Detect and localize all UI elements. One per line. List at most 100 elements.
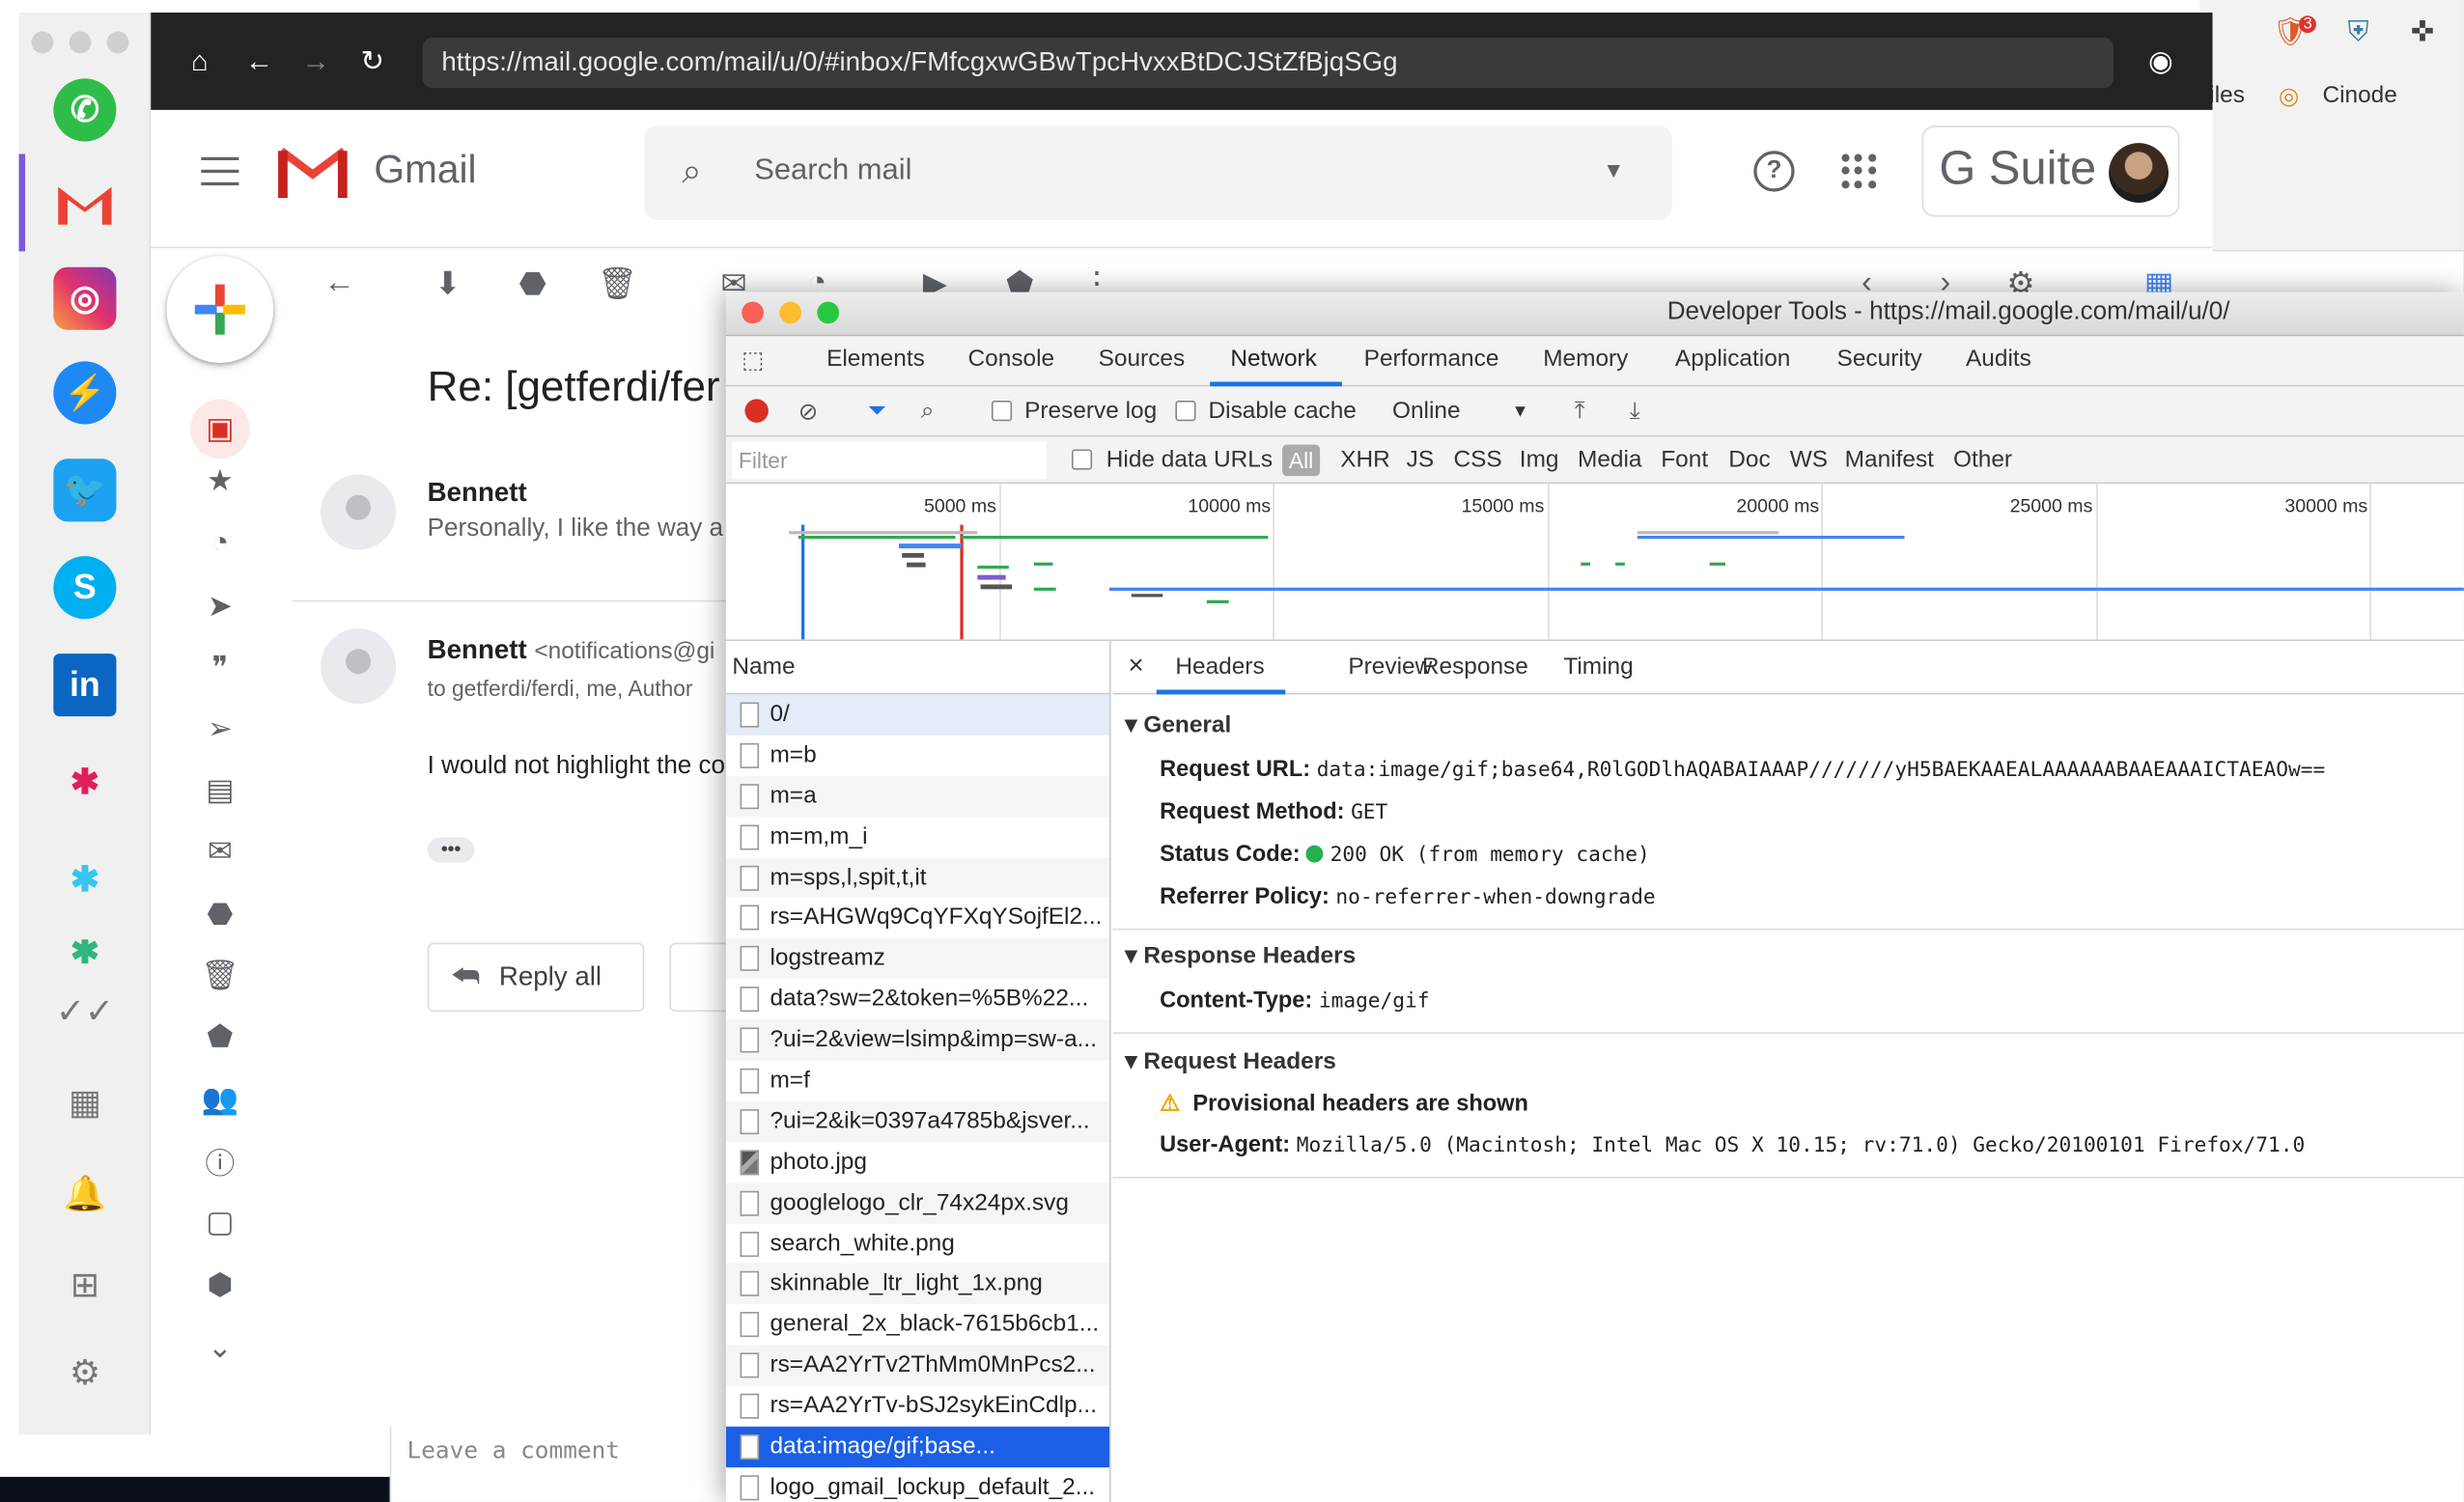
inbox-icon[interactable]: ▣ <box>189 399 250 459</box>
minimize-window-button[interactable] <box>69 31 92 54</box>
filter-media[interactable]: Media <box>1578 446 1641 473</box>
request-row[interactable]: data:image/gif;base... <box>725 1426 1110 1468</box>
request-row[interactable]: search_white.png <box>726 1223 1109 1264</box>
request-row[interactable]: photo.jpg <box>726 1142 1109 1182</box>
tab-audits[interactable]: Audits <box>1966 346 2031 373</box>
search-box[interactable]: ⌕ Search mail ▼ <box>644 125 1672 220</box>
tab-response[interactable]: Response <box>1422 654 1528 681</box>
request-row[interactable]: rs=AA2YrTv-bSJ2sykEinCdlp... <box>726 1386 1109 1427</box>
filter-js[interactable]: JS <box>1407 446 1435 473</box>
general-section-toggle[interactable]: ▾ General <box>1125 710 1231 738</box>
import-har-icon[interactable]: ⤒ <box>1575 398 1585 425</box>
request-row[interactable]: 0/ <box>725 694 1110 736</box>
url-bar[interactable]: https://mail.google.com/mail/u/0/#inbox/… <box>422 38 2114 89</box>
delete-icon[interactable]: 🗑 <box>598 264 637 301</box>
twitter-icon[interactable]: 🐦 <box>53 459 117 522</box>
report-spam-icon[interactable]: ⬣ <box>514 264 551 301</box>
export-har-icon[interactable]: ⤓ <box>1630 398 1640 425</box>
preserve-log-checkbox[interactable] <box>991 401 1013 422</box>
dashboard-icon[interactable]: ▦ <box>63 1081 107 1126</box>
gmail-app-icon[interactable] <box>53 173 116 236</box>
request-row[interactable]: rs=AHGWq9CqYFXqYSojfEl2... <box>726 898 1109 938</box>
reload-icon[interactable]: ↻ <box>352 41 393 81</box>
snoozed-clock-icon[interactable]: ◔ <box>201 525 238 563</box>
tab-console[interactable]: Console <box>968 346 1055 373</box>
filter-css[interactable]: CSS <box>1453 446 1501 473</box>
main-menu-icon[interactable] <box>201 156 239 186</box>
request-row[interactable]: m=b <box>726 736 1109 776</box>
clear-icon[interactable]: ⊘ <box>798 398 818 426</box>
tab-headers[interactable]: Headers <box>1175 654 1264 681</box>
important-label-icon[interactable]: ➤ <box>201 588 238 626</box>
messenger-icon[interactable]: ⚡ <box>53 361 117 425</box>
tab-performance[interactable]: Performance <box>1364 346 1499 373</box>
skype-icon[interactable]: S <box>53 556 117 620</box>
spam-icon[interactable]: ⬣ <box>201 896 238 933</box>
request-row[interactable]: general_2x_black-7615b6cb1... <box>726 1304 1109 1345</box>
hide-data-urls-checkbox[interactable] <box>1071 449 1093 470</box>
brave-shield-icon[interactable]: 🛡3 <box>2272 15 2326 48</box>
message-sender-expanded[interactable]: Bennett <notifications@gi <box>428 635 715 667</box>
request-row[interactable]: logo_gmail_lockup_default_2... <box>726 1467 1109 1502</box>
tab-elements[interactable]: Elements <box>826 346 925 373</box>
trash-icon[interactable]: 🗑 <box>201 957 238 994</box>
disable-cache-checkbox[interactable] <box>1175 401 1196 422</box>
compose-button[interactable] <box>166 256 274 363</box>
request-row[interactable]: m=a <box>725 775 1110 817</box>
whatsapp-icon[interactable]: ✆ <box>53 78 117 142</box>
back-arrow-icon[interactable]: ← <box>238 41 279 81</box>
notifications-icon[interactable]: 🔔 <box>63 1172 107 1216</box>
zoom-window-button[interactable] <box>106 31 129 54</box>
tab-preview[interactable]: Preview <box>1348 654 1432 681</box>
label-icon[interactable]: ⬟ <box>201 1018 238 1056</box>
bookmark-files[interactable]: iles <box>2209 82 2245 109</box>
filter-input[interactable]: Filter <box>732 441 1047 480</box>
gmail-logo-icon[interactable] <box>276 145 349 202</box>
message-sender[interactable]: Bennett <box>428 478 527 510</box>
linkedin-icon[interactable]: in <box>53 654 117 717</box>
message-snippet[interactable]: Personally, I like the way a <box>428 515 723 543</box>
message-recipients[interactable]: to getferdi/ferdi, me, Author <box>428 676 693 701</box>
help-icon[interactable]: ? <box>1753 151 1795 192</box>
request-row[interactable]: data?sw=2&token=%5B%22... <box>726 979 1109 1019</box>
request-row[interactable]: skinnable_ltr_light_1x.png <box>725 1264 1110 1305</box>
avatar[interactable] <box>2109 143 2169 203</box>
filter-all[interactable]: All <box>1282 444 1321 477</box>
sent-icon[interactable]: ➢ <box>201 710 238 748</box>
request-row[interactable]: logstreamz <box>725 938 1110 980</box>
apps-grid-icon[interactable] <box>1841 153 1876 189</box>
extension-shield-icon[interactable]: ⛨ <box>2347 15 2368 48</box>
request-row[interactable]: m=sps,l,spit,t,it <box>725 856 1110 899</box>
slack-icon[interactable]: ✱ <box>53 751 116 814</box>
request-row[interactable]: ?ui=2&ik=0397a4785b&jsver... <box>725 1100 1110 1142</box>
filter-xhr[interactable]: XHR <box>1340 446 1390 473</box>
filter-font[interactable]: Font <box>1661 446 1708 473</box>
tab-network[interactable]: Network <box>1230 346 1317 373</box>
search-icon[interactable]: ⌕ <box>921 398 935 425</box>
bookmark-cinode[interactable]: Cinode <box>2322 82 2396 109</box>
back-to-inbox-icon[interactable]: ← <box>321 264 358 301</box>
tab-memory[interactable]: Memory <box>1543 346 1628 373</box>
record-icon[interactable] <box>744 399 769 423</box>
tab-security[interactable]: Security <box>1837 346 1922 373</box>
extension-globe-icon[interactable]: ✜ <box>2411 15 2435 48</box>
request-row[interactable]: m=f <box>726 1061 1109 1101</box>
drafts-icon[interactable]: ▤ <box>201 771 238 809</box>
close-window-button[interactable] <box>31 31 54 54</box>
settings-gear-icon[interactable]: ⚙ <box>63 1351 107 1396</box>
check-all-icon[interactable]: ✓✓ <box>56 989 114 1034</box>
request-row[interactable]: m=m,m_i <box>726 817 1109 857</box>
request-row[interactable]: googlelogo_clr_74x24px.svg <box>725 1182 1110 1224</box>
starred-icon[interactable]: ★ <box>201 462 238 500</box>
account-switcher[interactable]: G Suite <box>1921 125 2180 217</box>
request-row[interactable]: rs=AA2YrTv2ThMm0MnPcs2... <box>725 1345 1110 1386</box>
reply-all-button[interactable]: ⮪ Reply all <box>427 942 645 1013</box>
instagram-icon[interactable]: ◎ <box>53 266 117 330</box>
contacts-icon[interactable]: 👥 <box>201 1081 239 1119</box>
inspect-element-icon[interactable]: ⬚ <box>742 346 764 375</box>
filter-img[interactable]: Img <box>1520 446 1559 473</box>
add-service-icon[interactable]: ⊞ <box>63 1264 107 1308</box>
tag-icon[interactable]: ⬢ <box>201 1266 238 1304</box>
close-details-icon[interactable]: × <box>1129 651 1144 682</box>
throttling-chevron-down-icon[interactable]: ▼ <box>1512 403 1529 422</box>
